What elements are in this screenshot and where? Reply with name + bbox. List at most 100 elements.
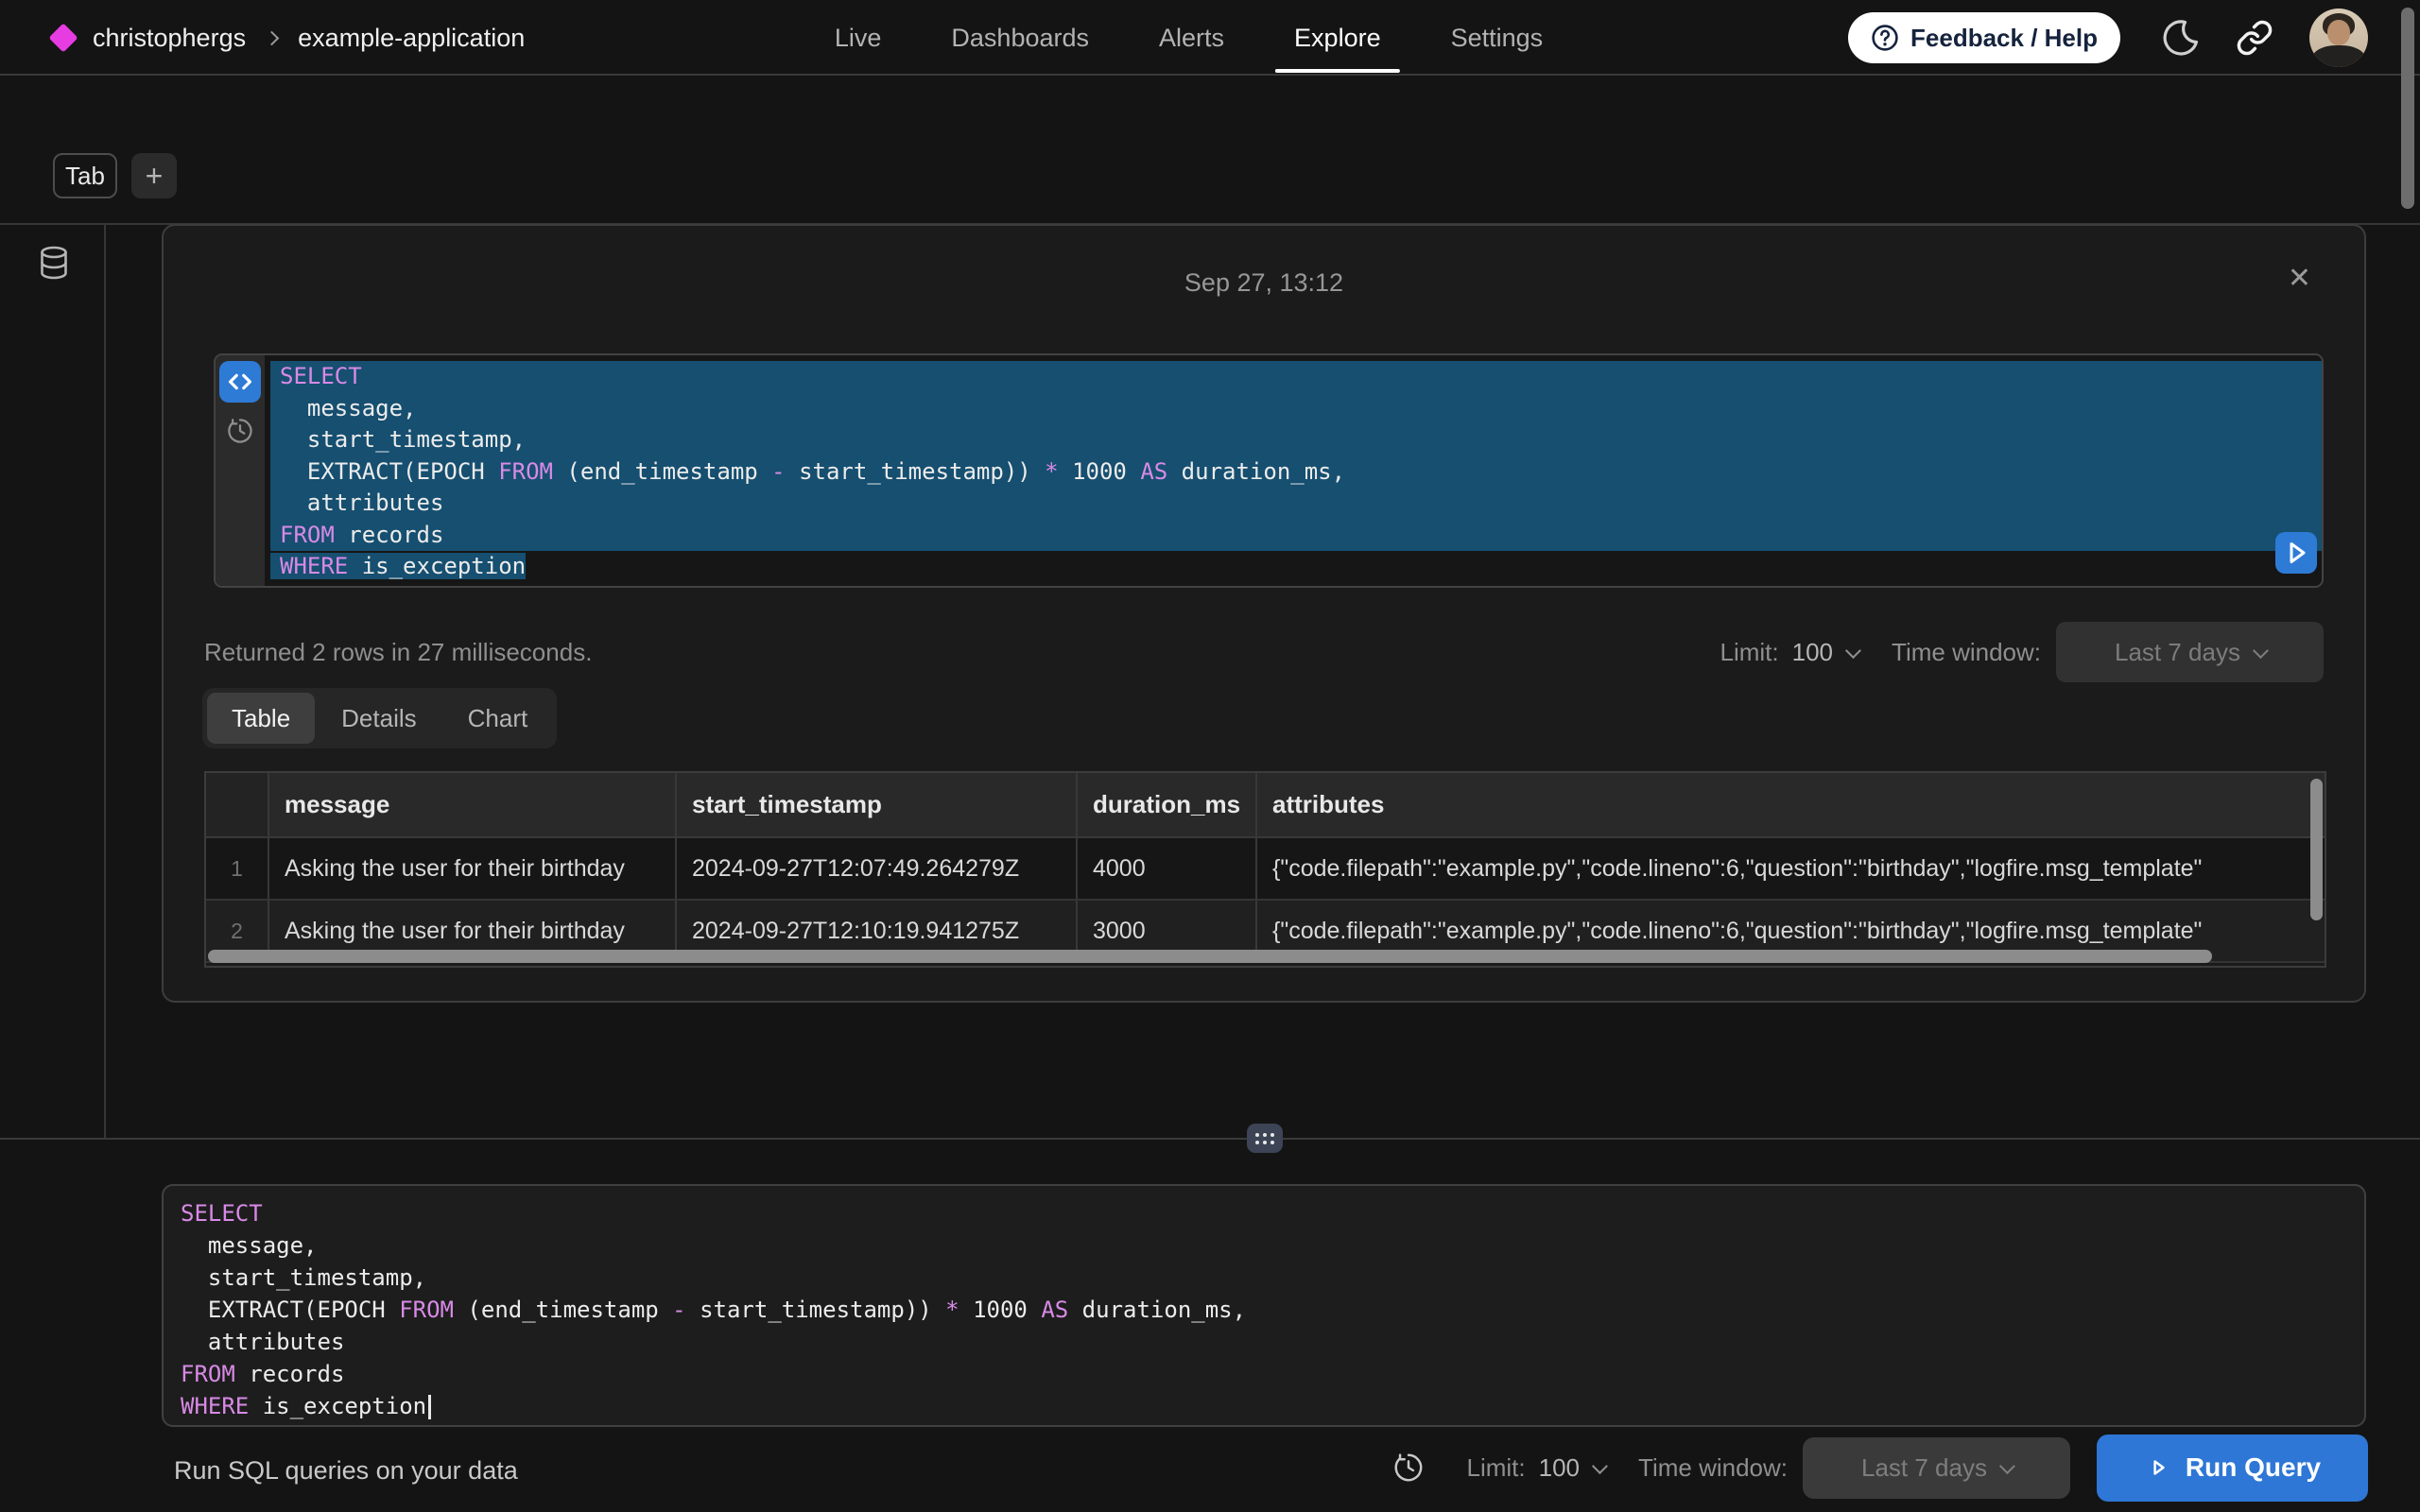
limit-label: Limit: (1467, 1453, 1526, 1483)
code-line: message, (181, 1229, 2308, 1262)
question-circle-icon (1871, 24, 1899, 52)
bottom-controls: Limit: 100 Time window: Last 7 days Run … (1393, 1431, 2368, 1504)
link-icon (2236, 19, 2273, 57)
schema-sidebar-button[interactable] (38, 246, 70, 280)
nav-item-live[interactable]: Live (835, 24, 882, 53)
editor-hint: Run SQL queries on your data (174, 1456, 518, 1486)
chevron-down-icon[interactable] (1845, 643, 1861, 659)
limit-value[interactable]: 100 (1792, 638, 1833, 667)
table-body: 1Asking the user for their birthday2024-… (206, 838, 2325, 966)
breadcrumb: christophergs example-application (53, 0, 525, 76)
view-tab-chart[interactable]: Chart (443, 693, 553, 744)
result-table: messagestart_timestampduration_msattribu… (204, 771, 2326, 968)
play-icon (2144, 1453, 2172, 1482)
sql-gutter (216, 355, 265, 586)
limit-value[interactable]: 100 (1539, 1453, 1580, 1483)
moon-icon (2156, 16, 2200, 60)
breadcrumb-org[interactable]: christophergs (93, 24, 246, 53)
nav-item-explore[interactable]: Explore (1294, 24, 1381, 53)
code-line: FROM records (181, 1358, 2308, 1390)
sql-code-selected: SELECT message, start_timestamp, EXTRACT… (265, 355, 2322, 586)
time-window-label: Time window: (1638, 1453, 1788, 1483)
explore-page: christophergs example-application Live Da… (0, 0, 2420, 1512)
code-line: start_timestamp, (270, 424, 2322, 456)
code-icon (224, 366, 256, 398)
run-query-button[interactable]: Run Query (2097, 1435, 2368, 1502)
code-line: attributes (181, 1326, 2308, 1358)
history-button[interactable] (1393, 1452, 1424, 1483)
col-attributes: attributes (1257, 773, 2325, 836)
code-line: SELECT (270, 361, 2322, 393)
code-line: WHERE is_exception (181, 1390, 2308, 1422)
code-line: FROM records (270, 520, 2322, 552)
code-button[interactable] (219, 361, 261, 403)
add-tab-button[interactable]: + (131, 153, 177, 198)
time-window-select[interactable]: Last 7 days (2056, 622, 2324, 682)
col-row-number (206, 773, 269, 836)
nav-items: Live Dashboards Alerts Explore Settings (835, 0, 1543, 76)
query-sql-block: SELECT message, start_timestamp, EXTRACT… (214, 353, 2324, 588)
query-result-card: Sep 27, 13:12 ✕ SELECT message, star (162, 224, 2366, 1003)
top-nav: christophergs example-application Live Da… (0, 0, 2420, 76)
logfire-logo-icon[interactable] (48, 23, 78, 52)
close-icon[interactable]: ✕ (2288, 262, 2311, 295)
code-line: message, (270, 393, 2322, 425)
table-header: messagestart_timestampduration_msattribu… (206, 773, 2325, 838)
code-line: attributes (270, 488, 2322, 520)
chevron-down-icon (1999, 1458, 2015, 1474)
result-controls: Limit: 100 Time window: Last 7 days (1720, 622, 2324, 682)
query-tab[interactable]: Tab (53, 153, 117, 198)
avatar-body (2312, 45, 2365, 67)
code-line: start_timestamp, (181, 1262, 2308, 1294)
nav-item-settings[interactable]: Settings (1451, 24, 1544, 53)
database-icon (38, 246, 70, 280)
time-window-label: Time window: (1892, 638, 2041, 667)
sql-editor[interactable]: SELECT message, start_timestamp, EXTRACT… (162, 1184, 2366, 1427)
drag-dots-icon (1255, 1133, 1274, 1144)
avatar-face (2327, 20, 2350, 45)
feedback-help-button[interactable]: Feedback / Help (1848, 12, 2120, 63)
vertical-scrollbar[interactable] (2310, 779, 2323, 920)
query-history-button[interactable] (227, 418, 253, 444)
feedback-help-label: Feedback / Help (1910, 24, 2098, 53)
nav-right: Feedback / Help (1848, 0, 2368, 76)
sidebar-divider (104, 225, 106, 1138)
plus-icon: + (146, 159, 164, 194)
history-icon (1393, 1452, 1424, 1483)
run-query-label: Run Query (2186, 1452, 2321, 1483)
col-start_timestamp: start_timestamp (677, 773, 1078, 836)
col-duration_ms: duration_ms (1078, 773, 1257, 836)
breadcrumb-project[interactable]: example-application (298, 24, 525, 53)
table-row[interactable]: 1Asking the user for their birthday2024-… (206, 838, 2325, 901)
result-status: Returned 2 rows in 27 milliseconds. (204, 638, 592, 667)
view-tabs: TableDetailsChart (202, 688, 557, 748)
nav-item-dashboards[interactable]: Dashboards (951, 24, 1089, 53)
text-cursor (428, 1395, 431, 1419)
code-line: EXTRACT(EPOCH FROM (end_timestamp - star… (181, 1294, 2308, 1326)
view-tab-table[interactable]: Table (207, 693, 315, 744)
user-avatar[interactable] (2309, 9, 2368, 67)
time-window-value: Last 7 days (2115, 638, 2240, 667)
history-icon (227, 418, 253, 444)
code-line: EXTRACT(EPOCH FROM (end_timestamp - star… (270, 456, 2322, 489)
code-line: SELECT (181, 1197, 2308, 1229)
share-link-button[interactable] (2236, 19, 2273, 57)
pane-divider (0, 1138, 2420, 1140)
chevron-down-icon[interactable] (1592, 1458, 1608, 1474)
time-window-select[interactable]: Last 7 days (1803, 1437, 2070, 1499)
chevron-down-icon (2253, 643, 2269, 659)
view-tab-details[interactable]: Details (317, 693, 441, 744)
run-selected-query-button[interactable] (2275, 532, 2317, 574)
limit-label: Limit: (1720, 638, 1779, 667)
time-window-value: Last 7 days (1861, 1453, 1987, 1483)
nav-item-alerts[interactable]: Alerts (1159, 24, 1224, 53)
query-timestamp: Sep 27, 13:12 (164, 268, 2364, 298)
chevron-right-icon (265, 30, 280, 45)
col-message: message (269, 773, 677, 836)
theme-toggle-button[interactable] (2156, 16, 2200, 60)
query-tab-label: Tab (65, 162, 105, 191)
horizontal-scrollbar[interactable] (208, 950, 2212, 963)
pane-resize-handle[interactable] (1247, 1124, 1283, 1153)
editor-scrollbar[interactable] (2401, 8, 2414, 209)
code-line: WHERE is_exception (270, 551, 2322, 583)
